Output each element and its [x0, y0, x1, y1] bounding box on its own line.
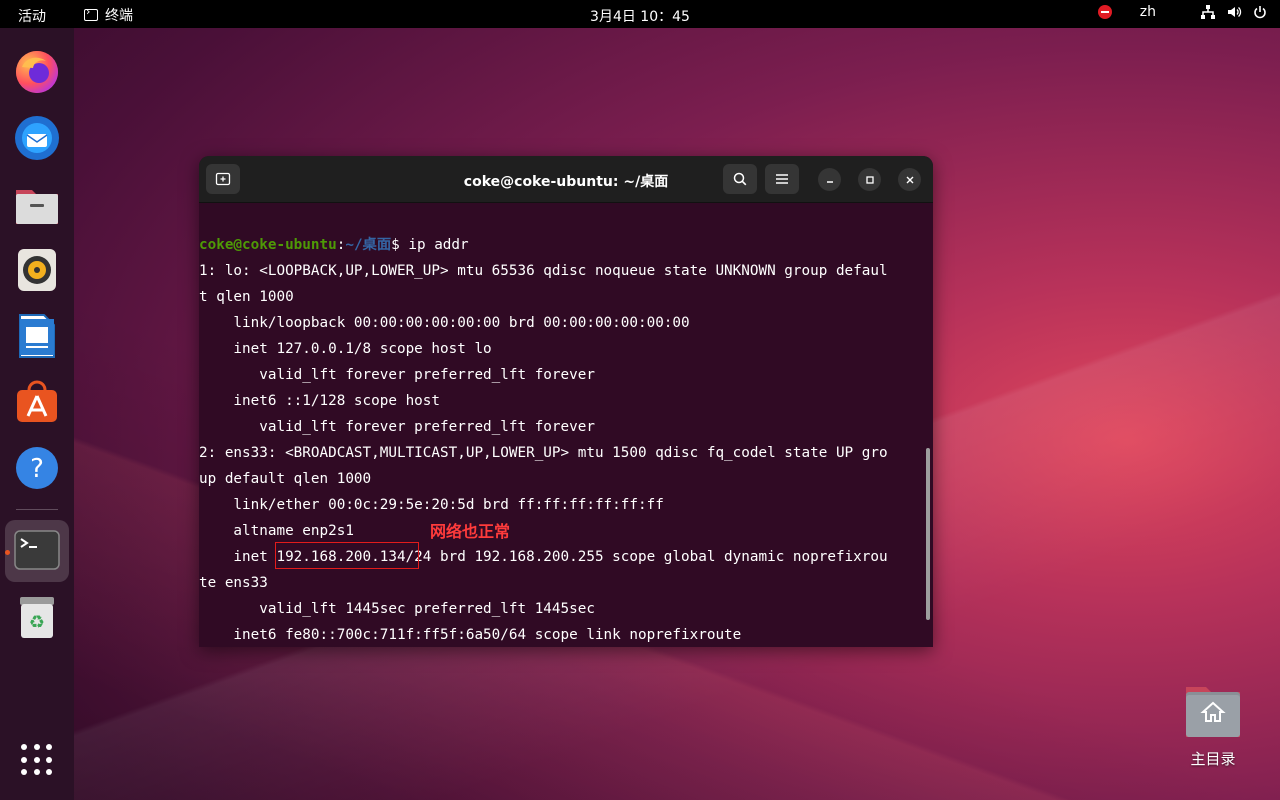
output-line: link/ether 00:0c:29:5e:20:5d brd ff:ff:f… — [199, 497, 664, 513]
volume-icon[interactable] — [1226, 4, 1242, 20]
output-line: valid_lft 1445sec preferred_lft 1445sec — [199, 601, 595, 617]
output-line: te ens33 — [199, 575, 268, 591]
terminal-icon — [84, 5, 98, 21]
output-line: inet6 fe80::700c:711f:ff5f:6a50/64 scope… — [199, 627, 750, 643]
dock: ? ♻ — [0, 28, 74, 800]
language-indicator[interactable]: zh — [1140, 4, 1156, 20]
output-line: up default qlen 1000 — [199, 471, 372, 487]
annotation-text: 网络也正常 — [430, 522, 511, 541]
thunderbird-icon[interactable] — [13, 114, 61, 162]
prompt-command: ip addr — [408, 237, 469, 253]
do-not-disturb-icon[interactable] — [1097, 5, 1112, 19]
output-line: valid_lft forever preferred_lft forever — [199, 419, 595, 435]
activities-button[interactable]: 活动 — [18, 6, 46, 26]
rhythmbox-icon[interactable] — [13, 246, 61, 294]
output-line: t qlen 1000 — [199, 289, 294, 305]
output-line: inet 127.0.0.1/8 scope host lo — [199, 341, 492, 357]
home-folder-label[interactable]: 主目录 — [1170, 748, 1256, 769]
scrollbar[interactable] — [926, 448, 930, 620]
app-menu[interactable]: 终端 — [84, 5, 133, 25]
clock[interactable]: 3月4日 10：45 — [590, 9, 690, 25]
menu-button[interactable] — [765, 164, 799, 194]
trash-icon[interactable]: ♻ — [13, 594, 61, 642]
ip-highlight-box — [275, 542, 419, 569]
power-icon[interactable] — [1252, 4, 1268, 20]
maximize-button[interactable] — [858, 168, 881, 191]
terminal-headerbar[interactable]: coke@coke-ubuntu: ~/桌面 — [199, 156, 933, 203]
help-icon[interactable]: ? — [13, 444, 61, 492]
top-bar: 活动 终端 3月4日 10：45 zh — [0, 0, 1280, 28]
new-tab-button[interactable] — [206, 164, 240, 194]
firefox-icon[interactable] — [13, 48, 61, 96]
prompt-path: ~/桌面 — [345, 237, 392, 253]
prompt-user-host: coke@coke-ubuntu — [199, 237, 337, 253]
prompt-symbol: $ — [391, 237, 409, 253]
writer-icon[interactable] — [13, 312, 61, 360]
search-button[interactable] — [723, 164, 757, 194]
svg-text:♻: ♻ — [29, 612, 45, 633]
system-tray[interactable]: zh — [1097, 4, 1268, 20]
terminal-icon[interactable] — [13, 526, 61, 574]
output-line: altname enp2s1 — [199, 523, 354, 539]
dock-separator — [16, 509, 58, 510]
output-line: valid_lft forever preferred_lft forever — [199, 367, 595, 383]
clock-container: 3月4日 10：45 — [0, 6, 1280, 26]
svg-text:?: ? — [30, 454, 44, 484]
app-grid-icon[interactable] — [21, 744, 53, 776]
output-line: 2: ens33: <BROADCAST,MULTICAST,UP,LOWER_… — [199, 445, 888, 461]
app-name: 终端 — [105, 8, 133, 24]
output-line: link/loopback 00:00:00:00:00:00 brd 00:0… — [199, 315, 690, 331]
terminal-window[interactable]: coke@coke-ubuntu: ~/桌面 coke@coke-ubuntu:… — [199, 156, 933, 647]
software-icon[interactable] — [13, 378, 61, 426]
running-indicator — [5, 550, 10, 555]
home-folder-icon[interactable] — [1184, 683, 1242, 739]
output-line: inet6 ::1/128 scope host — [199, 393, 449, 409]
prompt-line: coke@coke-ubuntu:~/桌面$ ip addr — [199, 232, 921, 258]
output-line: 1: lo: <LOOPBACK,UP,LOWER_UP> mtu 65536 … — [199, 263, 888, 279]
network-icon[interactable] — [1200, 4, 1216, 20]
files-icon[interactable] — [13, 180, 61, 228]
close-button[interactable] — [898, 168, 921, 191]
minimize-button[interactable] — [818, 168, 841, 191]
terminal-output[interactable]: coke@coke-ubuntu:~/桌面$ ip addr 1: lo: <L… — [199, 232, 921, 647]
window-title: coke@coke-ubuntu: ~/桌面 — [463, 174, 669, 190]
